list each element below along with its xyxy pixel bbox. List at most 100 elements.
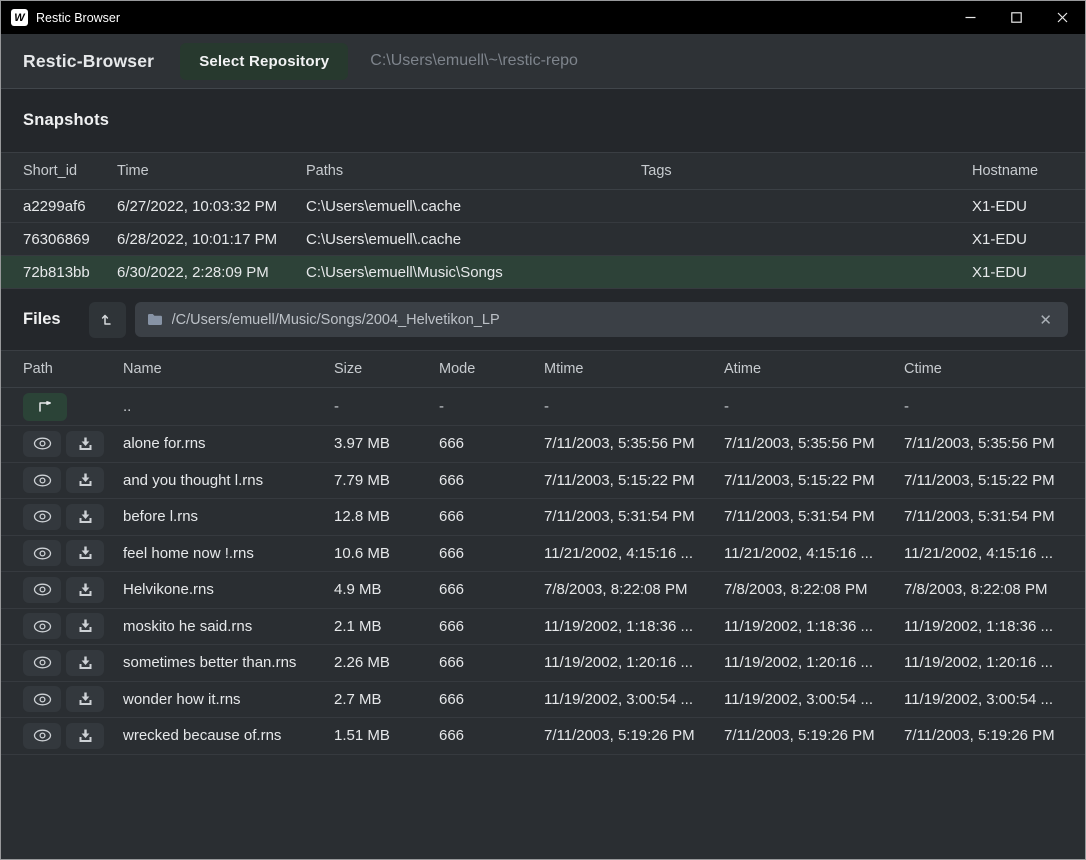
download-icon (78, 473, 93, 487)
snapshots-table-body: a2299af6 6/27/2022, 10:03:32 PM C:\Users… (1, 190, 1085, 289)
go-parent-button[interactable] (23, 393, 67, 421)
preview-file-button[interactable] (23, 723, 61, 749)
close-button[interactable] (1039, 1, 1085, 34)
snapshot-short-id: 72b813bb (23, 264, 117, 281)
file-name: moskito he said.rns (123, 618, 334, 635)
eye-icon (33, 437, 52, 450)
maximize-button[interactable] (993, 1, 1039, 34)
file-ctime: 11/19/2002, 1:18:36 ... (904, 618, 1068, 635)
file-ctime: 7/8/2003, 8:22:08 PM (904, 581, 1068, 598)
file-size: 2.7 MB (334, 691, 439, 708)
file-name: before l.rns (123, 508, 334, 525)
eye-icon (33, 729, 52, 742)
file-size: 12.8 MB (334, 508, 439, 525)
col-ctime: Ctime (904, 361, 1068, 377)
window-title: Restic Browser (36, 11, 120, 25)
file-ctime: 7/11/2003, 5:15:22 PM (904, 472, 1068, 489)
file-atime: 11/19/2002, 3:00:54 ... (724, 691, 904, 708)
app-name: Restic-Browser (23, 51, 154, 72)
snapshots-table-header: Short_id Time Paths Tags Hostname (1, 153, 1085, 190)
file-path-input[interactable]: /C/Users/emuell/Music/Songs/2004_Helveti… (135, 302, 1068, 337)
select-repository-button[interactable]: Select Repository (180, 43, 348, 80)
preview-file-button[interactable] (23, 431, 61, 457)
file-atime: 7/11/2003, 5:35:56 PM (724, 435, 904, 452)
download-file-button[interactable] (66, 613, 104, 639)
file-row: and you thought l.rns 7.79 MB 666 7/11/2… (1, 463, 1085, 500)
snapshot-row[interactable]: a2299af6 6/27/2022, 10:03:32 PM C:\Users… (1, 190, 1085, 223)
eye-icon (33, 620, 52, 633)
snapshot-time: 6/27/2022, 10:03:32 PM (117, 198, 306, 215)
download-file-button[interactable] (66, 467, 104, 493)
file-mode: 666 (439, 545, 544, 562)
snapshot-hostname: X1-EDU (972, 231, 1068, 248)
app-header: Restic-Browser Select Repository C:\User… (1, 34, 1085, 89)
col-mode: Mode (439, 361, 544, 377)
app-window: W Restic Browser Restic-Browser Select R… (0, 0, 1086, 860)
file-row: wonder how it.rns 2.7 MB 666 11/19/2002,… (1, 682, 1085, 719)
preview-file-button[interactable] (23, 577, 61, 603)
snapshot-row[interactable]: 76306869 6/28/2022, 10:01:17 PM C:\Users… (1, 223, 1085, 256)
file-mode: 666 (439, 581, 544, 598)
minimize-button[interactable] (947, 1, 993, 34)
download-file-button[interactable] (66, 504, 104, 530)
file-name: Helvikone.rns (123, 581, 334, 598)
file-mode: 666 (439, 727, 544, 744)
eye-icon (33, 474, 52, 487)
file-mtime: 11/19/2002, 3:00:54 ... (544, 691, 724, 708)
file-path-value: /C/Users/emuell/Music/Songs/2004_Helveti… (172, 312, 1036, 328)
file-mode: 666 (439, 508, 544, 525)
file-size: 2.1 MB (334, 618, 439, 635)
wails-logo-letter: W (14, 12, 24, 24)
file-atime: 7/8/2003, 8:22:08 PM (724, 581, 904, 598)
file-mtime: 11/21/2002, 4:15:16 ... (544, 545, 724, 562)
tree-up-icon (100, 312, 115, 327)
preview-file-button[interactable] (23, 650, 61, 676)
preview-file-button[interactable] (23, 540, 61, 566)
preview-file-button[interactable] (23, 613, 61, 639)
parent-ctime: - (904, 398, 1068, 415)
file-mtime: 7/11/2003, 5:35:56 PM (544, 435, 724, 452)
file-row: alone for.rns 3.97 MB 666 7/11/2003, 5:3… (1, 426, 1085, 463)
clear-path-icon[interactable]: ✕ (1035, 309, 1056, 331)
download-icon (78, 510, 93, 524)
parent-dir-row: .. - - - - - (1, 388, 1085, 426)
col-mtime: Mtime (544, 361, 724, 377)
preview-file-button[interactable] (23, 467, 61, 493)
eye-icon (33, 510, 52, 523)
files-table-header: Path Name Size Mode Mtime Atime Ctime (1, 351, 1085, 388)
download-file-button[interactable] (66, 723, 104, 749)
download-file-button[interactable] (66, 650, 104, 676)
file-ctime: 7/11/2003, 5:35:56 PM (904, 435, 1068, 452)
file-ctime: 7/11/2003, 5:19:26 PM (904, 727, 1068, 744)
col-paths: Paths (306, 163, 641, 179)
file-mtime: 11/19/2002, 1:18:36 ... (544, 618, 724, 635)
file-mode: 666 (439, 691, 544, 708)
parent-arrow-icon (37, 401, 53, 412)
snapshot-row[interactable]: 72b813bb 6/30/2022, 2:28:09 PM C:\Users\… (1, 256, 1085, 289)
file-name: alone for.rns (123, 435, 334, 452)
file-size: 10.6 MB (334, 545, 439, 562)
download-icon (78, 437, 93, 451)
files-title: Files (23, 310, 61, 329)
download-file-button[interactable] (66, 577, 104, 603)
preview-file-button[interactable] (23, 504, 61, 530)
col-hostname: Hostname (972, 163, 1068, 179)
snapshot-hostname: X1-EDU (972, 198, 1068, 215)
tree-toggle-button[interactable] (89, 302, 126, 338)
parent-mode: - (439, 398, 544, 415)
close-icon (1057, 12, 1068, 23)
repository-path: C:\Users\emuell\~\restic-repo (370, 52, 578, 70)
file-ctime: 11/19/2002, 1:20:16 ... (904, 654, 1068, 671)
download-file-button[interactable] (66, 686, 104, 712)
download-file-button[interactable] (66, 431, 104, 457)
preview-file-button[interactable] (23, 686, 61, 712)
snapshot-time: 6/30/2022, 2:28:09 PM (117, 264, 306, 281)
parent-name: .. (123, 398, 334, 415)
file-row: before l.rns 12.8 MB 666 7/11/2003, 5:31… (1, 499, 1085, 536)
snapshot-hostname: X1-EDU (972, 264, 1068, 281)
download-file-button[interactable] (66, 540, 104, 566)
col-name: Name (123, 361, 334, 377)
file-size: 2.26 MB (334, 654, 439, 671)
col-path: Path (23, 361, 123, 377)
eye-icon (33, 693, 52, 706)
